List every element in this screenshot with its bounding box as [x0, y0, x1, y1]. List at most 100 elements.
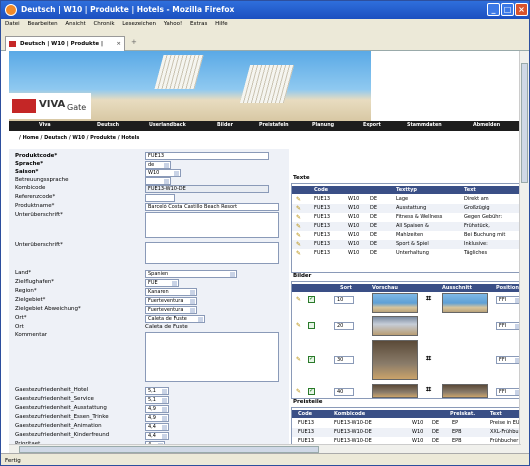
- menu-ansicht[interactable]: Ansicht: [65, 21, 85, 27]
- zielflughafen-select[interactable]: FUE: [145, 279, 179, 287]
- bilder-header: Sort Vorschau Ausschnitt Position: [292, 284, 521, 292]
- crop-icon[interactable]: ⌗: [426, 294, 431, 304]
- position-select[interactable]: FFI: [496, 388, 521, 396]
- crop-icon[interactable]: ⌗: [426, 354, 431, 364]
- g-kinder-select[interactable]: 4,4: [145, 432, 169, 440]
- menu-hilfe[interactable]: Hilfe: [215, 21, 228, 27]
- g-hotel-select[interactable]: 5,1: [145, 387, 169, 395]
- nav-abmelden[interactable]: Abmelden: [473, 121, 500, 131]
- nav-viva[interactable]: Viva: [39, 121, 51, 131]
- crop-icon[interactable]: ⌗: [426, 385, 431, 395]
- saison-select[interactable]: W10: [145, 169, 181, 177]
- menu-chronik[interactable]: Chronik: [93, 21, 114, 27]
- edit-pencil-icon[interactable]: ✎: [296, 388, 301, 395]
- main-nav: Viva Deutsch Userlandback Bilder Preista…: [9, 121, 521, 131]
- close-button[interactable]: ×: [515, 3, 528, 16]
- nav-preistafeln[interactable]: Preistafeln: [259, 121, 289, 131]
- g-ausstattung-select[interactable]: 4,9: [145, 405, 169, 413]
- active-checkbox[interactable]: [308, 355, 315, 363]
- zielgebiet-select[interactable]: Fuerteventura: [145, 297, 197, 305]
- crop-image[interactable]: [442, 293, 488, 313]
- preview-image[interactable]: [372, 293, 418, 313]
- vertical-scrollbar[interactable]: [519, 51, 529, 453]
- minimize-button[interactable]: _: [487, 3, 500, 16]
- position-select[interactable]: FFI: [496, 356, 521, 364]
- horizontal-scrollbar[interactable]: [9, 444, 521, 453]
- sort-input[interactable]: 20: [334, 322, 354, 330]
- land-select[interactable]: Spanien: [145, 270, 237, 278]
- preview-image[interactable]: [372, 340, 418, 380]
- betreuungssprache-label: Betreuungssprache: [15, 177, 69, 183]
- edit-pencil-icon[interactable]: ✎: [296, 356, 301, 363]
- nav-deutsch[interactable]: Deutsch: [97, 121, 119, 131]
- g-animation-select[interactable]: 4,4: [145, 423, 169, 431]
- edit-pencil-icon[interactable]: ✎: [296, 296, 301, 303]
- kombicode-input[interactable]: FUE13-W10-DE: [145, 185, 269, 193]
- sort-input[interactable]: 10: [334, 296, 354, 304]
- sort-input[interactable]: 40: [334, 388, 354, 396]
- nav-planung[interactable]: Planung: [312, 121, 334, 131]
- new-tab-icon[interactable]: +: [131, 38, 137, 46]
- g-essen-select[interactable]: 4,9: [145, 414, 169, 422]
- cell-texttyp: Sport & Spiel: [396, 241, 429, 247]
- g-service-select[interactable]: 5,1: [145, 396, 169, 404]
- maximize-button[interactable]: □: [501, 3, 514, 16]
- referenzcode-input[interactable]: [145, 194, 175, 202]
- preview-image[interactable]: [372, 316, 418, 336]
- texte-row[interactable]: ✎ FUE13 W10 DE Sport & Spiel Inklusive:: [292, 240, 521, 249]
- breadcrumb[interactable]: / Home / Deutsch / W10 / Produkte / Hote…: [19, 135, 139, 141]
- menu-bearbeiten[interactable]: Bearbeiten: [27, 21, 57, 27]
- preview-image[interactable]: [372, 384, 418, 398]
- nav-stammdaten[interactable]: Stammdaten: [407, 121, 442, 131]
- crop-image[interactable]: [442, 384, 488, 398]
- edit-pencil-icon[interactable]: ✎: [296, 322, 301, 329]
- sprache-select[interactable]: de: [145, 161, 171, 169]
- zielgebiet-abw-select[interactable]: Fuerteventura: [145, 306, 197, 314]
- cell-lang: DE: [370, 232, 378, 238]
- ueberschrift1-textarea[interactable]: [145, 212, 279, 238]
- edit-pencil-icon[interactable]: ✎: [296, 240, 301, 249]
- edit-pencil-icon[interactable]: ✎: [296, 249, 301, 258]
- scroll-thumb[interactable]: [19, 446, 319, 453]
- cell-code: FUE13: [314, 241, 331, 247]
- nav-userlandback[interactable]: Userlandback: [149, 121, 186, 131]
- menu-extras[interactable]: Extras: [190, 21, 207, 27]
- active-checkbox[interactable]: [308, 295, 315, 303]
- menu-yahoo[interactable]: Yahoo!: [164, 21, 182, 27]
- nav-export[interactable]: Export: [363, 121, 381, 131]
- ort-select[interactable]: Caleta de Fuste: [145, 315, 205, 323]
- active-checkbox[interactable]: [308, 322, 315, 329]
- menu-lesezeichen[interactable]: Lesezeichen: [122, 21, 156, 27]
- nav-bilder[interactable]: Bilder: [217, 121, 233, 131]
- position-select[interactable]: FFI: [496, 322, 521, 330]
- texte-row[interactable]: ✎ FUE13 W10 DE Ausstattung Großzügig: [292, 204, 521, 213]
- produktname-input[interactable]: Barceló Costa Castillo Beach Resort: [145, 203, 279, 211]
- edit-pencil-icon[interactable]: ✎: [296, 195, 301, 204]
- edit-pencil-icon[interactable]: ✎: [296, 231, 301, 240]
- ueberschrift2-textarea[interactable]: [145, 242, 279, 264]
- texte-row[interactable]: ✎ FUE13 W10 DE Lage Direkt am: [292, 195, 521, 204]
- preisteile-row[interactable]: FUE13 FUE13-W10-DE W10 DE EP Preise in EU: [292, 419, 521, 428]
- position-select[interactable]: FFI: [496, 296, 521, 304]
- menu-datei[interactable]: Datei: [5, 21, 20, 27]
- texte-row[interactable]: ✎ FUE13 W10 DE Mahlzeiten Bei Buchung mit: [292, 231, 521, 240]
- cell-text: Großzügig: [464, 205, 490, 211]
- region-select[interactable]: Kanaren: [145, 288, 197, 296]
- edit-pencil-icon[interactable]: ✎: [296, 222, 301, 231]
- cell-texttyp: Fitness & Wellness: [396, 214, 443, 220]
- texte-row[interactable]: ✎ FUE13 W10 DE Fitness & Wellness Gegen Gebüh…: [292, 213, 521, 222]
- texte-row[interactable]: ✎ FUE13 W10 DE All Spaisen & Frühstück,: [292, 222, 521, 231]
- tab-close-icon[interactable]: ×: [116, 37, 121, 51]
- ort-label: Ort*: [15, 315, 27, 321]
- edit-pencil-icon[interactable]: ✎: [296, 213, 301, 222]
- sort-input[interactable]: 30: [334, 356, 354, 364]
- scroll-thumb[interactable]: [521, 63, 528, 183]
- texte-row[interactable]: ✎ FUE13 W10 DE Unterhaltung Tägliches: [292, 249, 521, 258]
- produktcode-input[interactable]: FUE13: [145, 152, 269, 160]
- betreuungssprache-select[interactable]: [145, 177, 171, 185]
- kommentar-textarea[interactable]: [145, 332, 279, 382]
- edit-pencil-icon[interactable]: ✎: [296, 204, 301, 213]
- browser-tab[interactable]: Deutsch | W10 | Produkte | Hotels ×: [5, 36, 125, 61]
- active-checkbox[interactable]: [308, 387, 315, 395]
- preisteile-row[interactable]: FUE13 FUE13-W10-DE W10 DE EPB XXL-Frühbu: [292, 428, 521, 437]
